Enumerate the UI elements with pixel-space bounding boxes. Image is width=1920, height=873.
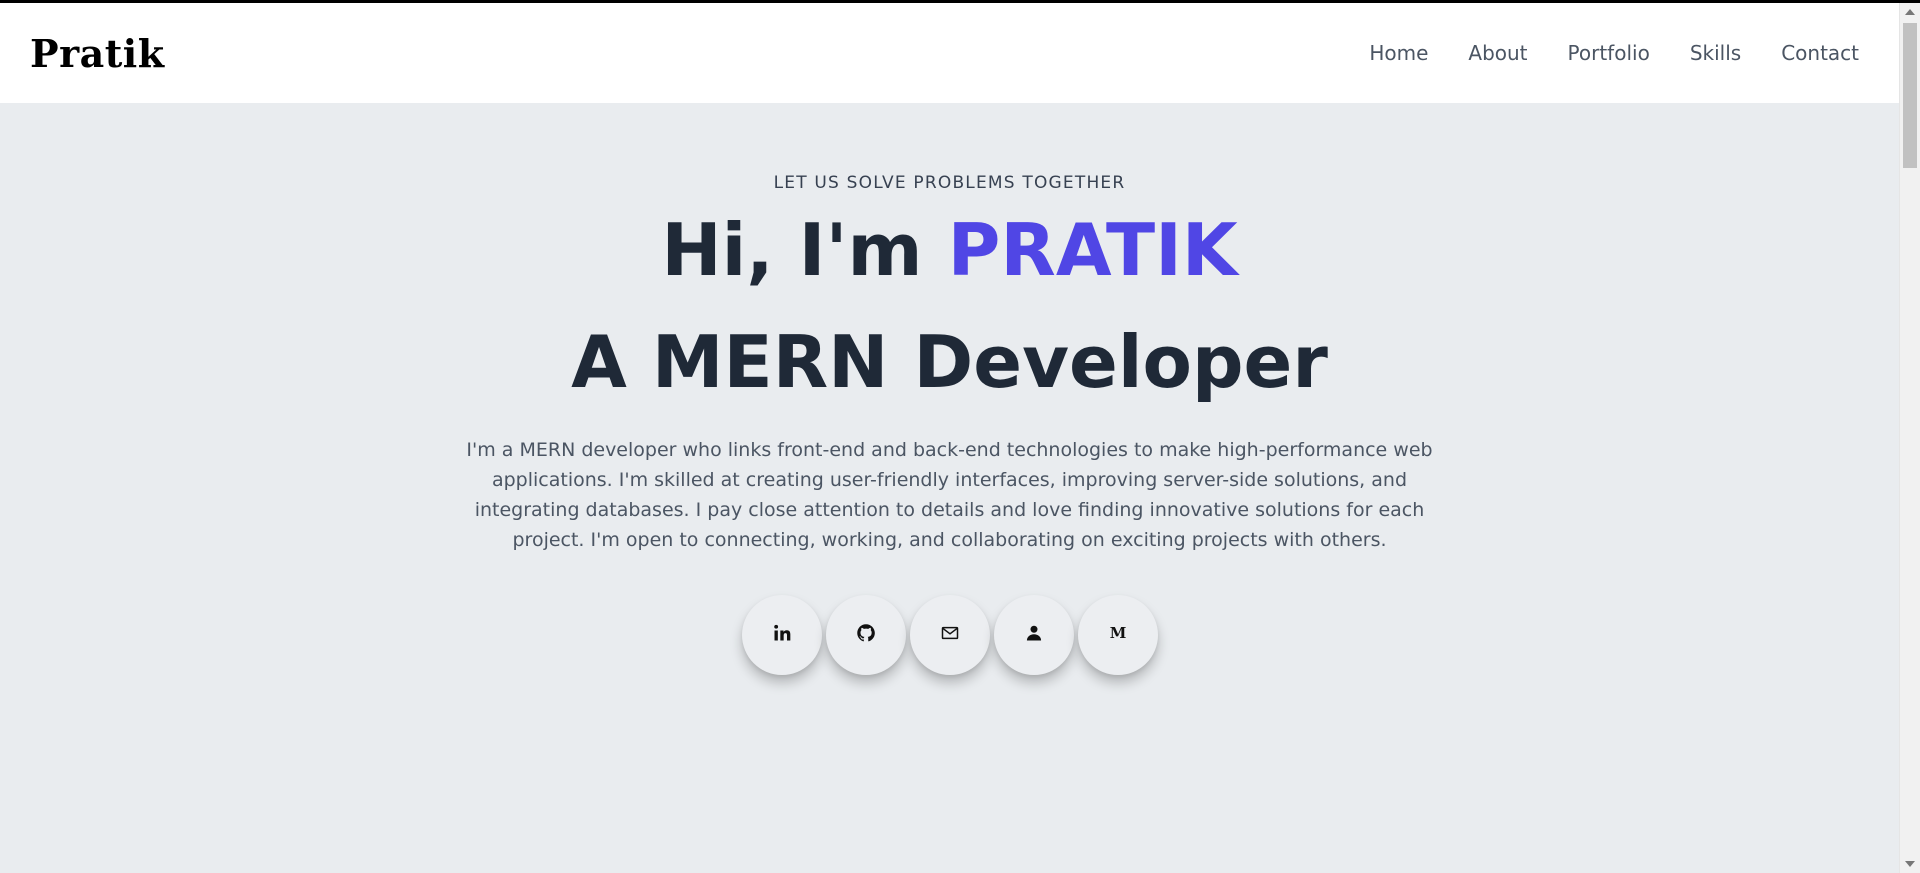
hero-tagline: LET US SOLVE PROBLEMS TOGETHER (773, 173, 1126, 193)
hero-section: LET US SOLVE PROBLEMS TOGETHER Hi, I'm P… (0, 103, 1899, 873)
linkedin-icon (772, 623, 792, 647)
person-icon (1024, 623, 1044, 647)
social-links: M (741, 595, 1158, 675)
brand-logo[interactable]: Pratik (30, 31, 165, 76)
hero-name: PRATIK (947, 208, 1238, 292)
github-icon (856, 623, 876, 647)
github-button[interactable] (825, 595, 906, 675)
mail-icon (940, 623, 960, 647)
hero-greeting: Hi, I'm (661, 208, 948, 292)
scroll-down-icon[interactable] (1905, 861, 1915, 867)
page-scrollbar[interactable] (1899, 3, 1920, 873)
nav-skills[interactable]: Skills (1690, 41, 1741, 65)
main-nav: Home About Portfolio Skills Contact (1369, 41, 1859, 65)
hero-role: A MERN Developer (571, 320, 1328, 404)
mail-button[interactable] (909, 595, 990, 675)
linkedin-button[interactable] (741, 595, 822, 675)
scroll-up-icon[interactable] (1905, 9, 1915, 15)
svg-text:M: M (1109, 624, 1126, 642)
nav-about[interactable]: About (1468, 41, 1527, 65)
medium-button[interactable]: M (1077, 595, 1158, 675)
hero-description: I'm a MERN developer who links front-end… (466, 439, 1433, 551)
nav-home[interactable]: Home (1369, 41, 1428, 65)
scroll-thumb[interactable] (1903, 23, 1917, 168)
nav-contact[interactable]: Contact (1781, 41, 1859, 65)
medium-icon: M (1108, 623, 1128, 647)
profile-button[interactable] (993, 595, 1074, 675)
hero-heading: Hi, I'm PRATIK (661, 205, 1237, 295)
nav-portfolio[interactable]: Portfolio (1568, 41, 1650, 65)
navbar: Pratik Home About Portfolio Skills Conta… (0, 3, 1899, 103)
